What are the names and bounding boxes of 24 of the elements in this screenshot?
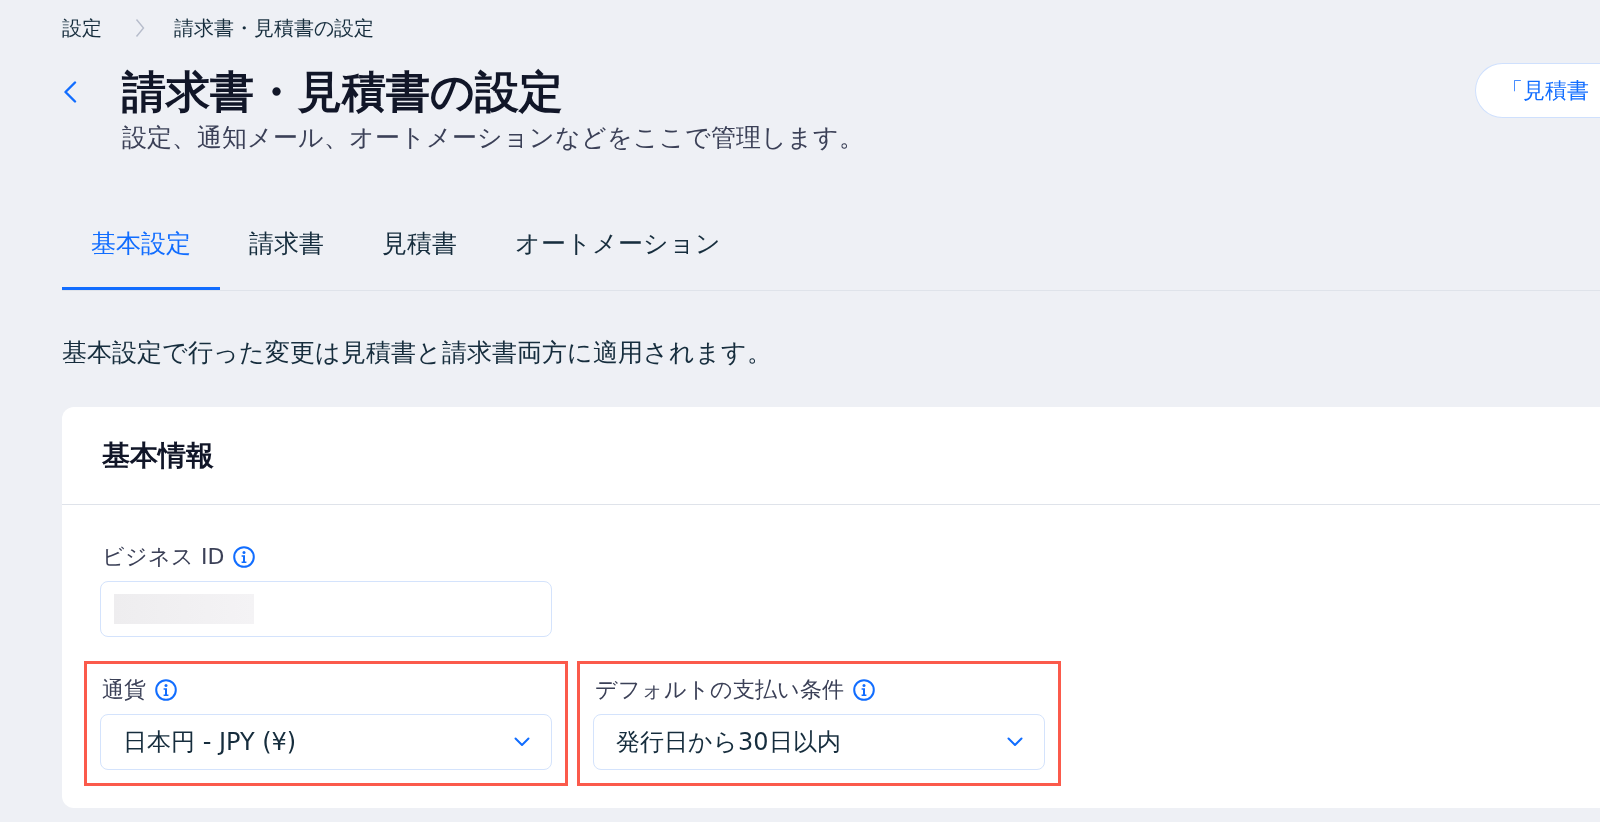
- description-text: 基本設定で行った変更は見積書と請求書両方に適用されます。: [62, 338, 773, 368]
- tab[interactable]: オートメーション: [486, 215, 750, 290]
- field-label: 通貨: [102, 676, 146, 704]
- breadcrumb-link[interactable]: 設定: [62, 16, 102, 40]
- page-subtitle: 設定、通知メール、オートメーションなどをここで管理します。: [122, 123, 864, 153]
- chevron-left-icon: [63, 81, 77, 103]
- dropdown-field[interactable]: 日本円 - JPY (¥): [100, 714, 552, 770]
- tab[interactable]: 請求書: [220, 215, 353, 290]
- page-title: 請求書・見積書の設定: [122, 69, 564, 115]
- info-icon[interactable]: [233, 546, 256, 568]
- tab[interactable]: 基本設定: [62, 215, 220, 290]
- preview-button[interactable]: 「見積書: [1475, 63, 1600, 118]
- chevron-right-icon: [135, 18, 145, 38]
- field-label: デフォルトの支払い条件: [595, 676, 844, 704]
- card-title: 基本情報: [102, 438, 215, 474]
- field-label: ビジネス ID: [102, 543, 225, 571]
- dropdown-field[interactable]: 発行日から30日以内: [593, 714, 1045, 770]
- info-icon[interactable]: [853, 679, 875, 701]
- chevron-down-icon: [514, 737, 530, 747]
- chevron-down-icon: [1007, 737, 1023, 747]
- tab[interactable]: 見積書: [353, 215, 486, 290]
- breadcrumb-current: 請求書・見積書の設定: [174, 16, 374, 40]
- input-field[interactable]: [100, 581, 552, 637]
- info-icon[interactable]: [155, 679, 177, 701]
